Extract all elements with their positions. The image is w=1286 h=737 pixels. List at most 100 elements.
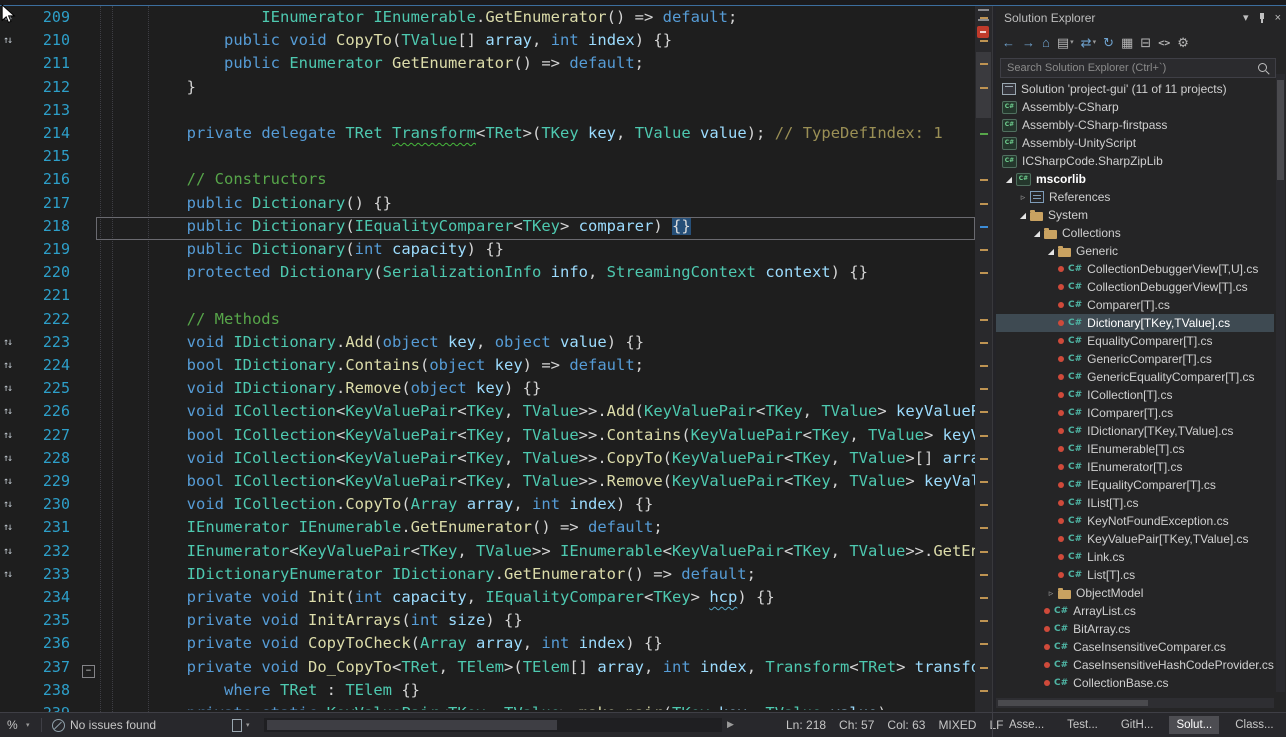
tree-item[interactable]: C#IEnumerable[T].cs [996, 440, 1274, 458]
home-icon[interactable]: ⌂ [1042, 35, 1050, 51]
code-line[interactable]: public Dictionary() {} [96, 194, 975, 217]
line-number[interactable]: 233 [43, 565, 70, 588]
code-line[interactable]: } [96, 78, 975, 101]
code-line[interactable]: void ICollection.CopyTo(Array array, int… [96, 495, 975, 518]
line-number[interactable]: 227 [43, 426, 70, 449]
tree-item[interactable]: C#ICollection[T].cs [996, 386, 1274, 404]
document-health-label[interactable]: No issues found [70, 718, 156, 732]
tree-item[interactable]: C#CollectionBase.cs [996, 674, 1274, 692]
implements-glyph[interactable]: ↑↓ [3, 476, 21, 487]
line-number[interactable]: 231 [43, 518, 70, 541]
line-number[interactable]: 221 [43, 286, 70, 309]
tree-item[interactable]: C#Assembly-CSharp [996, 98, 1274, 116]
editor-horizontal-scrollbar[interactable] [264, 718, 722, 732]
code-line[interactable]: private void Init(int capacity, IEqualit… [96, 588, 975, 611]
line-number[interactable]: 214 [43, 124, 70, 147]
line-number[interactable]: 210 [43, 31, 70, 54]
tree-item[interactable]: ▹References [996, 188, 1274, 206]
code-line[interactable]: void IDictionary.Add(object key, object … [96, 333, 975, 356]
splitter-grip-icon[interactable] [978, 9, 989, 21]
sync-with-active-document-icon[interactable]: ⇄▾ [1081, 35, 1096, 51]
implements-glyph[interactable]: ↑↓ [3, 453, 21, 464]
line-number[interactable]: 220 [43, 263, 70, 286]
tool-window-tab[interactable]: Asse... [1002, 716, 1051, 734]
line-number[interactable]: 234 [43, 588, 70, 611]
search-icon[interactable] [1258, 63, 1267, 72]
code-line[interactable]: protected Dictionary(SerializationInfo i… [96, 263, 975, 286]
scrollbar-thumb[interactable] [267, 720, 557, 730]
tree-horizontal-scrollbar[interactable] [996, 698, 1274, 708]
expander-closed-icon[interactable]: ▹ [1016, 192, 1030, 203]
code-line[interactable]: bool IDictionary.Contains(object key) =>… [96, 356, 975, 379]
implements-glyph[interactable]: ↑↓ [3, 430, 21, 441]
code-line[interactable]: IEnumerator IEnumerable.GetEnumerator() … [96, 8, 975, 31]
implements-glyph[interactable]: ↑↓ [3, 569, 21, 580]
tree-item[interactable]: C#KeyValuePair[TKey,TValue].cs [996, 530, 1274, 548]
line-number[interactable]: 235 [43, 611, 70, 634]
tree-item[interactable]: ▹ObjectModel [996, 584, 1274, 602]
tree-item[interactable]: C#IEqualityComparer[T].cs [996, 476, 1274, 494]
code-line[interactable]: where TRet : TElem {} [96, 681, 975, 704]
properties-icon[interactable]: ⚙ [1177, 35, 1189, 51]
code-line[interactable]: void ICollection<KeyValuePair<TKey, TVal… [96, 449, 975, 472]
tree-item[interactable]: C#IList[T].cs [996, 494, 1274, 512]
scrollbar-thumb[interactable] [998, 700, 1148, 706]
line-number-margin[interactable]: 2092102112122132142152162172182192202212… [22, 6, 76, 712]
tree-item[interactable]: C#IEnumerator[T].cs [996, 458, 1274, 476]
tool-window-tab[interactable]: Test... [1060, 716, 1105, 734]
line-number[interactable]: 222 [43, 310, 70, 333]
editor-vertical-scrollbar[interactable] [975, 6, 992, 712]
implements-glyph[interactable]: ↑↓ [3, 546, 21, 557]
implements-glyph[interactable]: ↑↓ [3, 360, 21, 371]
code-editor-pane[interactable]: ↑↓↑↓↑↓↑↓↑↓↑↓↑↓↑↓↑↓↑↓↑↓↑↓↑↓ 2092102112122… [0, 6, 975, 712]
code-line[interactable]: private void Do_CopyTo<TRet, TElem>(TEle… [96, 658, 975, 681]
scroll-right-icon[interactable]: ▶ [727, 719, 734, 730]
scrollbar-thumb[interactable] [1277, 80, 1284, 180]
line-number[interactable]: 237 [43, 658, 70, 681]
line-number[interactable]: 209 [43, 8, 70, 31]
line-number[interactable]: 236 [43, 634, 70, 657]
tree-item[interactable]: C#KeyNotFoundException.cs [996, 512, 1274, 530]
show-all-files-icon[interactable]: ▦ [1121, 35, 1133, 51]
refresh-icon[interactable]: ↻ [1103, 35, 1114, 51]
line-number[interactable]: 212 [43, 78, 70, 101]
tree-item[interactable]: C#Dictionary[TKey,TValue].cs [996, 314, 1274, 332]
code-line[interactable]: private void CopyToCheck(Array array, in… [96, 634, 975, 657]
code-line[interactable]: IDictionaryEnumerator IDictionary.GetEnu… [96, 565, 975, 588]
code-line[interactable]: private delegate TRet Transform<TRet>(TK… [96, 124, 975, 147]
tree-item[interactable]: C#EqualityComparer[T].cs [996, 332, 1274, 350]
expander-open-icon[interactable]: ◢ [1030, 229, 1044, 238]
tree-item[interactable]: ◢Collections [996, 224, 1274, 242]
scrollbar-thumb[interactable] [976, 52, 991, 118]
line-number[interactable]: 213 [43, 101, 70, 124]
code-line[interactable]: public Enumerator GetEnumerator() => def… [96, 54, 975, 77]
implements-glyph[interactable]: ↑↓ [3, 383, 21, 394]
close-icon[interactable]: × [1275, 12, 1281, 24]
panel-header[interactable]: Solution Explorer ▾× [996, 6, 1286, 30]
tree-item[interactable]: C#List[T].cs [996, 566, 1274, 584]
code-line[interactable] [96, 101, 975, 124]
tree-item[interactable]: ◢Generic [996, 242, 1274, 260]
code-line[interactable]: public void CopyTo(TValue[] array, int i… [96, 31, 975, 54]
tree-item[interactable]: C#Assembly-UnityScript [996, 134, 1274, 152]
line-number[interactable]: 211 [43, 54, 70, 77]
code-line[interactable]: bool ICollection<KeyValuePair<TKey, TVal… [96, 426, 975, 449]
line-number[interactable]: 238 [43, 681, 70, 704]
expander-open-icon[interactable]: ◢ [1044, 247, 1058, 256]
line-number[interactable]: 228 [43, 449, 70, 472]
search-input[interactable]: Search Solution Explorer (Ctrl+`) [1000, 58, 1276, 78]
tree-item[interactable]: C#GenericComparer[T].cs [996, 350, 1274, 368]
line-number[interactable]: 215 [43, 147, 70, 170]
tool-window-tab[interactable]: Class... [1228, 716, 1280, 734]
code-line[interactable]: private static KeyValuePair<TKey, TValue… [96, 704, 975, 710]
zoom-control[interactable]: % [7, 718, 18, 732]
tool-window-tab[interactable]: Solut... [1169, 716, 1219, 734]
expander-closed-icon[interactable]: ▹ [1044, 588, 1058, 599]
tree-item[interactable]: C#CaseInsensitiveComparer.cs [996, 638, 1274, 656]
line-number[interactable]: 223 [43, 333, 70, 356]
implements-glyph[interactable]: ↑↓ [3, 522, 21, 533]
view-code-icon[interactable]: <> [1158, 38, 1170, 49]
implements-glyph[interactable]: ↑↓ [3, 35, 21, 46]
implements-glyph[interactable]: ↑↓ [3, 337, 21, 348]
window-position-icon[interactable]: ▾ [1243, 12, 1249, 24]
